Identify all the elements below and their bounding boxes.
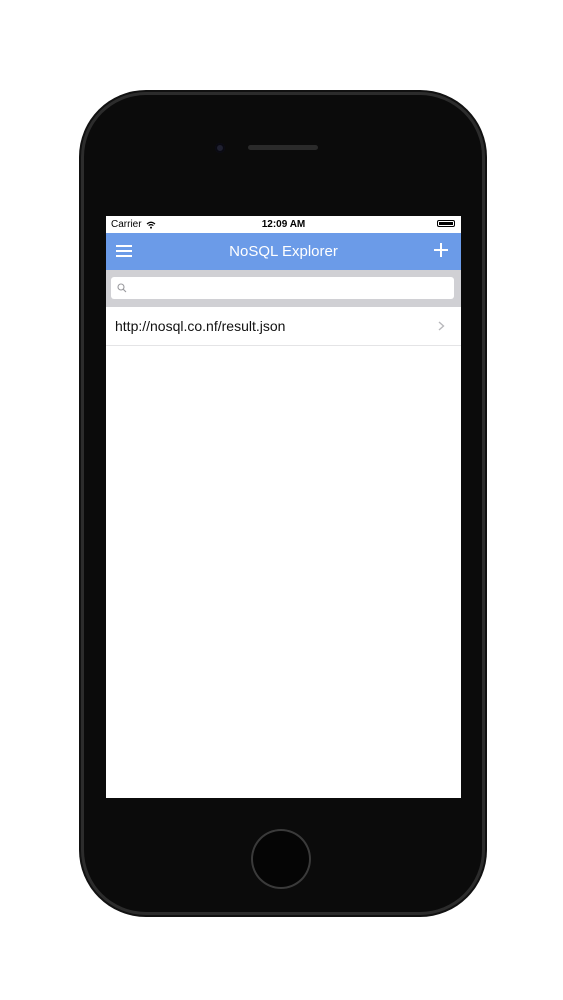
- list-item[interactable]: http://nosql.co.nf/result.json: [106, 307, 461, 346]
- nav-title: NoSQL Explorer: [229, 243, 338, 260]
- stage: Carrier 12:09 AM NoSQL Explorer http://n…: [0, 0, 563, 1000]
- status-bar: Carrier 12:09 AM: [106, 216, 461, 233]
- search-icon: [117, 283, 127, 293]
- home-button[interactable]: [251, 829, 311, 889]
- earpiece-speaker: [248, 145, 318, 150]
- battery-level: [439, 222, 453, 225]
- battery-icon: [437, 220, 455, 227]
- search-bar: [106, 270, 461, 307]
- nav-bar: NoSQL Explorer: [106, 233, 461, 270]
- add-icon[interactable]: [433, 242, 449, 258]
- url-list: http://nosql.co.nf/result.json: [106, 307, 461, 346]
- front-camera-icon: [215, 143, 225, 153]
- screen: Carrier 12:09 AM NoSQL Explorer http://n…: [106, 216, 461, 798]
- chevron-right-icon: [438, 321, 445, 331]
- status-time: 12:09 AM: [261, 219, 306, 230]
- search-input[interactable]: [111, 277, 454, 299]
- list-item-label: http://nosql.co.nf/result.json: [115, 318, 286, 334]
